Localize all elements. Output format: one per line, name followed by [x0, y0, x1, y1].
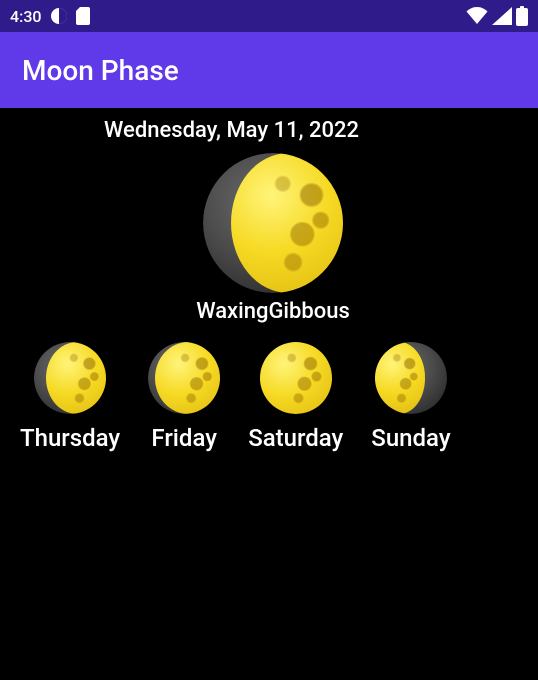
- signal-icon: [492, 7, 512, 25]
- forecast-item-thursday: Thursday: [20, 342, 120, 452]
- forecast-item-saturday: Saturday: [248, 342, 343, 452]
- app-bar: Moon Phase: [0, 32, 538, 108]
- moon-lit-layer: [231, 153, 343, 293]
- today-moon-row: [0, 153, 538, 293]
- forecast-moon-icon: [34, 342, 106, 414]
- forecast-item-friday: Friday: [148, 342, 220, 452]
- status-bar-right: [466, 6, 528, 26]
- today-moon-illustration: [203, 153, 343, 293]
- moon-lit-layer: [260, 342, 332, 414]
- status-time: 4:30: [10, 7, 42, 26]
- status-bar-left: 4:30: [10, 7, 90, 26]
- battery-icon: [516, 6, 528, 26]
- forecast-moon-icon: [375, 342, 447, 414]
- moon-lit-layer: [375, 342, 425, 414]
- today-date: Wednesday, May 11, 2022: [0, 116, 538, 143]
- wifi-icon: [466, 7, 488, 25]
- forecast-row: Thursday Friday Saturday Sunday: [0, 342, 538, 452]
- moon-lit-layer: [155, 342, 220, 414]
- status-bar: 4:30: [0, 0, 538, 32]
- sd-card-icon: [76, 7, 90, 25]
- forecast-day-label: Friday: [151, 424, 217, 452]
- app-title: Moon Phase: [22, 54, 179, 87]
- forecast-day-label: Thursday: [20, 424, 120, 452]
- forecast-day-label: Sunday: [371, 424, 450, 452]
- content-area: Wednesday, May 11, 2022 WaxingGibbous Th…: [0, 108, 538, 452]
- forecast-moon-icon: [148, 342, 220, 414]
- contrast-circle-icon: [50, 7, 68, 25]
- today-phase-name: WaxingGibbous: [0, 299, 538, 324]
- forecast-item-sunday: Sunday: [371, 342, 450, 452]
- forecast-moon-icon: [260, 342, 332, 414]
- forecast-day-label: Saturday: [248, 424, 343, 452]
- moon-lit-layer: [46, 342, 106, 414]
